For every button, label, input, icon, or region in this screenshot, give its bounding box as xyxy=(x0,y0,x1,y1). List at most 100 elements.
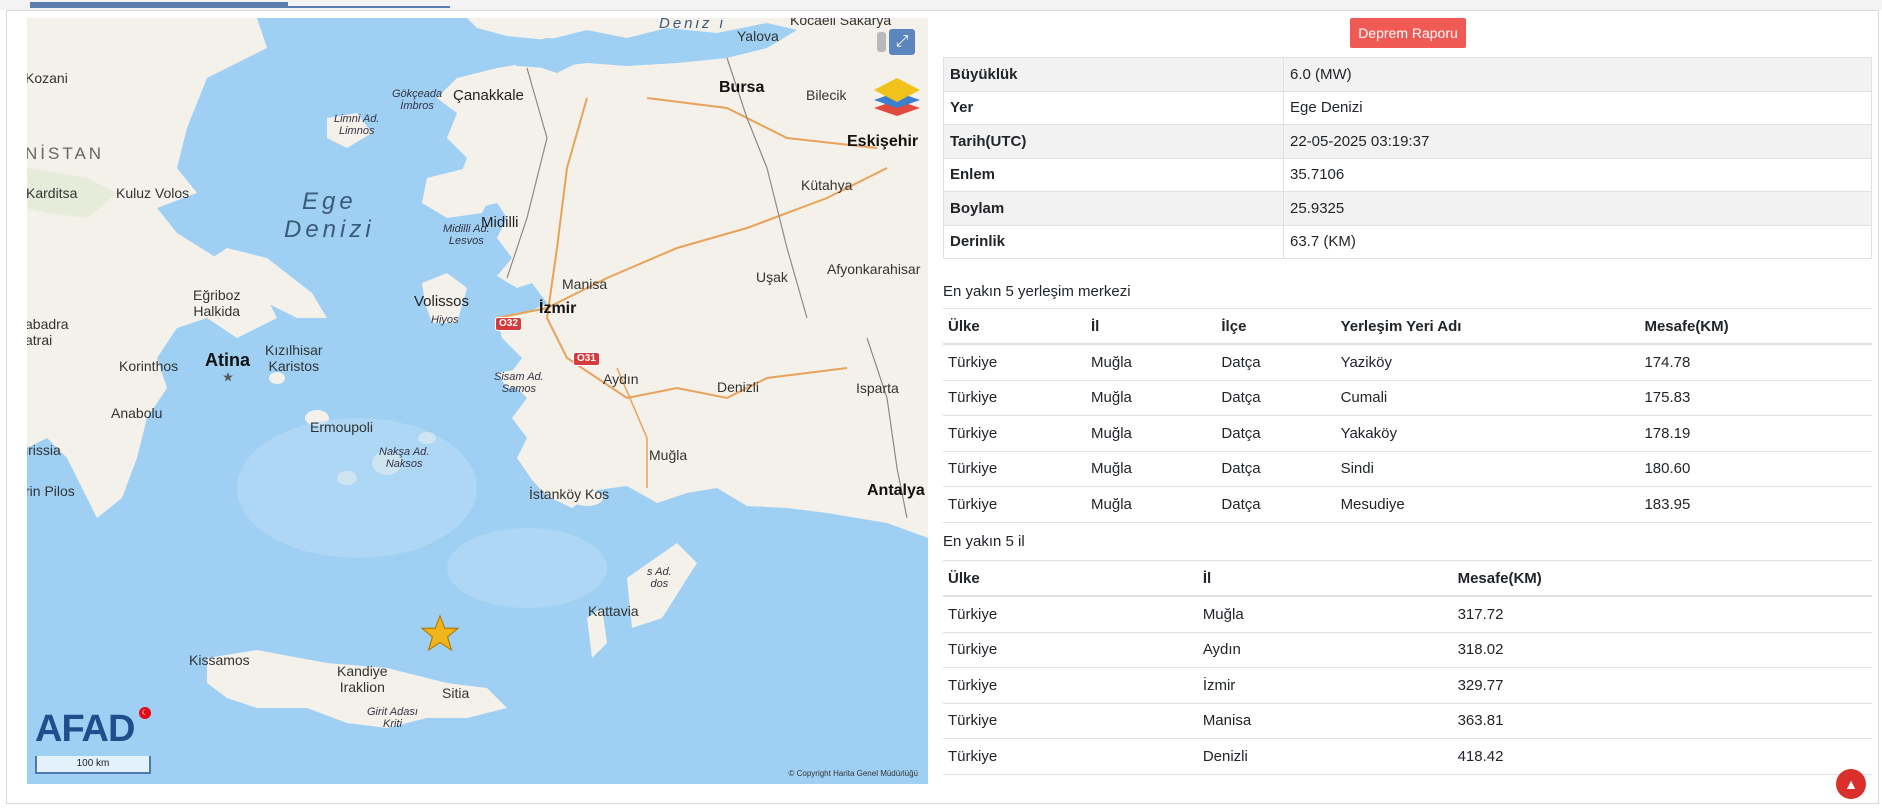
table-row: Türkiye Muğla Datça Cumali 175.83 xyxy=(943,380,1872,416)
table-cell: Sindi xyxy=(1335,451,1640,487)
column-header[interactable]: İlçe xyxy=(1216,308,1336,345)
table-cell: Muğla xyxy=(1086,451,1217,487)
table-cell: 317.72 xyxy=(1452,596,1872,633)
table-cell: Manisa xyxy=(1197,703,1453,739)
map-label-deniz: Deniz i xyxy=(659,18,726,32)
table-cell: 175.83 xyxy=(1639,380,1872,416)
info-value: 25.9325 xyxy=(1283,191,1872,226)
scroll-top-button[interactable]: ▲ xyxy=(1836,769,1866,799)
table-cell: Türkiye xyxy=(943,703,1198,739)
table-row: Türkiye Muğla Datça Yaziköy 174.78 xyxy=(943,344,1872,381)
info-key: Tarih(UTC) xyxy=(943,124,1284,159)
star-icon[interactable] xyxy=(421,614,459,652)
table-row: Türkiye İzmir 329.77 xyxy=(943,667,1872,704)
table-cell: 183.95 xyxy=(1639,486,1872,523)
table-cell: Yakaköy xyxy=(1335,415,1640,452)
table-cell: 318.02 xyxy=(1452,632,1872,668)
info-key: Enlem xyxy=(943,157,1284,192)
table-cell: İzmir xyxy=(1197,667,1453,704)
map-label-istankoy: İstanköy Kos xyxy=(529,486,610,502)
table-row: Türkiye Muğla Datça Mesudiye 183.95 xyxy=(943,486,1872,523)
map-label-aydin: Aydın xyxy=(603,371,639,387)
provinces-title: En yakın 5 il xyxy=(943,533,1025,550)
info-row: Yer Ege Denizi xyxy=(943,90,1872,125)
earthquake-map[interactable]: Deniz i Kocaeli Sakarya Yalova Bursa Bil… xyxy=(27,18,928,784)
table-cell: Muğla xyxy=(1197,596,1453,633)
map-label-antalya: Antalya xyxy=(867,482,925,499)
table-row: Türkiye Denizli 418.42 xyxy=(943,738,1872,775)
table-cell: Muğla xyxy=(1086,415,1217,452)
info-key: Yer xyxy=(943,90,1284,125)
map-label-rodos: s Ad. dos xyxy=(647,566,672,590)
expand-icon[interactable]: ⤢ xyxy=(889,29,915,55)
map-scale: 100 km xyxy=(35,756,151,774)
info-row: Tarih(UTC) 22-05-2025 03:19:37 xyxy=(943,124,1872,159)
table-row: Türkiye Muğla 317.72 xyxy=(943,596,1872,633)
table-cell: Türkiye xyxy=(943,667,1198,704)
info-value: 6.0 (MW) xyxy=(1283,57,1872,92)
table-row: Türkiye Muğla Datça Yakaköy 178.19 xyxy=(943,415,1872,452)
table-cell: Aydın xyxy=(1197,632,1453,668)
map-label-usak: Uşak xyxy=(756,269,788,285)
table-cell: Türkiye xyxy=(943,738,1198,775)
map-label-gokceada: Gökçeada İmbros xyxy=(392,88,443,112)
map-label-isparta: Isparta xyxy=(856,380,899,396)
turkish-flag-icon: ☾ xyxy=(139,707,151,719)
map-copyright: © Copyright Harita Genel Müdürlüğü xyxy=(788,769,918,778)
table-cell: 363.81 xyxy=(1452,703,1872,739)
provinces-table: Ülke İl Mesafe(KM) Türkiye Muğla 317.72 Türki… xyxy=(943,560,1872,775)
info-value: 22-05-2025 03:19:37 xyxy=(1283,124,1872,159)
table-cell: Türkiye xyxy=(943,632,1198,668)
column-header[interactable]: Mesafe(KM) xyxy=(1452,560,1872,597)
map-label-kozani: Kozani xyxy=(27,70,68,86)
column-header[interactable]: İl xyxy=(1197,560,1453,597)
table-cell: 418.42 xyxy=(1452,738,1872,775)
map-label-eskisehir: Eskişehir xyxy=(847,133,919,150)
settlements-table: Ülke İl İlçe Yerleşim Yeri Adı Mesafe(KM) Tü… xyxy=(943,308,1872,523)
deprem-raporu-button[interactable]: Deprem Raporu xyxy=(1350,18,1466,48)
map-label-izmir: İzmir xyxy=(539,300,577,317)
column-header[interactable]: Mesafe(KM) xyxy=(1639,308,1872,345)
capital-star-icon xyxy=(223,372,233,382)
info-value: Ege Denizi xyxy=(1283,90,1872,125)
map-label-sitia: Sitia xyxy=(442,685,470,701)
map-label-nistan: NİSTAN xyxy=(27,144,105,163)
table-cell: Türkiye xyxy=(943,344,1087,381)
settlements-title: En yakın 5 yerleşim merkezi xyxy=(943,283,1131,300)
info-value: 63.7 (KM) xyxy=(1283,224,1872,259)
map-label-volissos: Volissos xyxy=(414,293,470,310)
table-cell: Türkiye xyxy=(943,380,1087,416)
table-cell: Datça xyxy=(1216,415,1336,452)
layers-icon[interactable] xyxy=(872,70,922,120)
map-label-afyonkarahisar: Afyonkarahisar xyxy=(827,261,921,277)
column-header[interactable]: Ülke xyxy=(943,308,1087,345)
map-label-karditsa: Karditsa xyxy=(27,185,78,201)
map-label-kattavia: Kattavia xyxy=(588,603,639,619)
column-header[interactable]: Yerleşim Yeri Adı xyxy=(1335,308,1640,345)
map-label-bursa: Bursa xyxy=(719,79,765,96)
info-value: 35.7106 xyxy=(1283,157,1872,192)
map-toggle-button[interactable] xyxy=(877,32,886,52)
column-header[interactable]: Ülke xyxy=(943,560,1198,597)
table-cell: Datça xyxy=(1216,344,1336,381)
earthquake-info-table: Büyüklük 6.0 (MW) Yer Ege Denizi Tarih(UTC) 2… xyxy=(943,57,1872,259)
info-key: Derinlik xyxy=(943,224,1284,259)
table-cell: Türkiye xyxy=(943,486,1087,523)
table-row: Türkiye Muğla Datça Sindi 180.60 xyxy=(943,451,1872,487)
map-label-kandiye: Kandiye Iraklion xyxy=(337,663,388,695)
active-tab-indicator[interactable] xyxy=(30,2,288,8)
column-header[interactable]: İl xyxy=(1086,308,1217,345)
table-cell: Muğla xyxy=(1086,486,1217,523)
map-label-naksa: Nakşa Ad. Naksos xyxy=(379,446,430,470)
map-base xyxy=(27,18,928,728)
map-label-egriboz: Eğriboz Halkida xyxy=(193,287,241,319)
tab-indicator[interactable] xyxy=(288,6,450,8)
map-label-rin-pilos: rin Pilos xyxy=(27,483,75,499)
map-label-kissamos: Kissamos xyxy=(189,652,250,668)
table-cell: 178.19 xyxy=(1639,415,1872,452)
table-cell: Muğla xyxy=(1086,344,1217,381)
chevron-up-icon: ▲ xyxy=(1844,776,1858,792)
map-label-denizli: Denizli xyxy=(717,379,760,395)
map-label-bilecik: Bilecik xyxy=(806,87,847,103)
top-tab-bar xyxy=(0,0,1882,10)
